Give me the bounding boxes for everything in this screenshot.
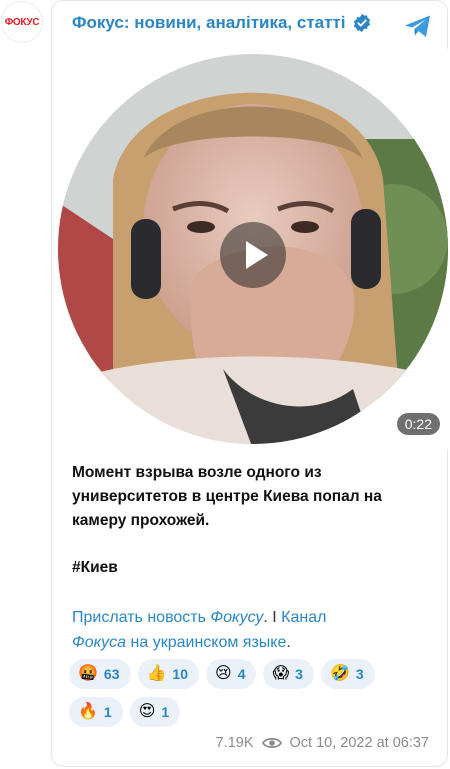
play-button[interactable] xyxy=(220,222,286,288)
channel-ua-suffix: на украинском языке xyxy=(126,634,287,651)
post-card: Фокус: новини, аналітика, статті 0:22 Мо… xyxy=(51,0,448,767)
channel-title[interactable]: Фокус: новини, аналітика, статті xyxy=(72,13,346,33)
channel-ua-text: Канал xyxy=(281,609,327,626)
reaction-count: 63 xyxy=(103,666,120,682)
post-text: Момент взрыва возле одного из университе… xyxy=(72,461,437,533)
reaction-emoji: 🔥 xyxy=(78,703,98,720)
reaction-count: 10 xyxy=(172,666,188,682)
links-separator: . I xyxy=(263,609,282,626)
reaction-count: 3 xyxy=(295,666,303,682)
reaction-fire[interactable]: 🔥 1 xyxy=(69,697,123,727)
post-text-line: камеру прохожей. xyxy=(72,512,210,529)
post-text-line: университетов в центре Киева попал на xyxy=(72,488,382,505)
reactions-bar: 🤬 63 👍 10 😢 4 😱 3 🤣 3 🔥 1 😍 1 xyxy=(69,659,429,727)
reaction-count: 3 xyxy=(355,666,364,682)
post-date[interactable]: Oct 10, 2022 at 06:37 xyxy=(290,735,429,751)
reaction-angry[interactable]: 🤬 63 xyxy=(69,659,131,689)
reaction-rofl[interactable]: 🤣 3 xyxy=(320,659,375,689)
post-links: Прислать новость Фокусу. I Канал Фокуса н… xyxy=(72,605,432,655)
reaction-emoji: 🤬 xyxy=(78,665,98,682)
reaction-emoji: 😢 xyxy=(215,665,232,682)
reaction-emoji: 👍 xyxy=(146,665,167,682)
reaction-emoji: 😱 xyxy=(272,665,290,682)
telegram-icon[interactable] xyxy=(403,11,433,41)
post-header: Фокус: новини, аналітика, статті xyxy=(72,13,372,33)
send-news-text: Прислать новость xyxy=(72,609,211,626)
reaction-scream[interactable]: 😱 3 xyxy=(263,659,314,689)
reaction-crying[interactable]: 😢 4 xyxy=(206,659,257,689)
links-end: . xyxy=(286,634,291,651)
send-news-link[interactable]: Прислать новость Фокусу xyxy=(72,609,263,626)
channel-avatar[interactable]: ФОКУС xyxy=(2,2,42,42)
reaction-emoji: 😍 xyxy=(138,703,156,720)
post-text-line: Момент взрыва возле одного из xyxy=(72,464,322,481)
play-icon xyxy=(246,241,268,269)
post-footer: 7.19K Oct 10, 2022 at 06:37 xyxy=(216,735,429,751)
eye-icon xyxy=(261,737,282,749)
reaction-count: 1 xyxy=(161,704,170,720)
reaction-thumbs-up[interactable]: 👍 10 xyxy=(137,659,199,689)
hashtag-link[interactable]: #Киев xyxy=(72,559,118,577)
reaction-count: 1 xyxy=(103,704,112,720)
video-duration: 0:22 xyxy=(396,413,440,435)
channel-ua-italic: Фокуса xyxy=(72,634,127,651)
reaction-count: 4 xyxy=(237,666,246,682)
video-player[interactable]: 0:22 xyxy=(53,49,448,449)
reaction-heart-eyes[interactable]: 😍 1 xyxy=(129,697,181,727)
verified-icon xyxy=(353,13,370,33)
reaction-emoji: 🤣 xyxy=(329,665,350,682)
view-count: 7.19K xyxy=(215,735,254,751)
avatar-logo-text: ФОКУС xyxy=(4,16,40,28)
send-news-italic: Фокусу xyxy=(210,609,264,626)
